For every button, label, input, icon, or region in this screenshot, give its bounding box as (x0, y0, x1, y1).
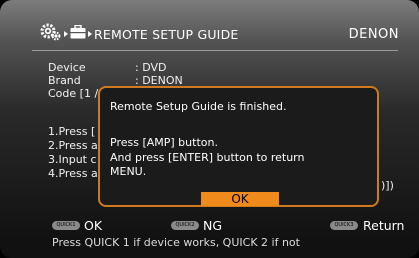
device-value: : DVD (135, 61, 167, 74)
step-1: 1.Press [ (48, 125, 96, 138)
dialog-message-3: And press [ENTER] button to return (110, 151, 305, 164)
brand-label: Brand (48, 74, 81, 87)
quick1-chip: QUICK1 (52, 221, 80, 230)
gear-icon (40, 22, 62, 46)
dialog-message-1: Remote Setup Guide is finished. (110, 100, 287, 113)
quick2-ng-label[interactable]: NG (203, 218, 222, 233)
finished-dialog: Remote Setup Guide is finished. Press [A… (98, 86, 379, 207)
quick3-return-label[interactable]: Return (363, 218, 404, 233)
step-3: 3.Input c (48, 153, 97, 166)
quick1-ok-label[interactable]: OK (84, 218, 102, 233)
ok-button[interactable]: OK (201, 192, 279, 206)
step-4-tail: )]) (381, 179, 394, 192)
step-2: 2.Press a (48, 139, 98, 152)
breadcrumb-arrow-icon (64, 31, 68, 37)
brand-logo: DENON (348, 27, 399, 42)
quick3-chip: QUICK3 (330, 221, 358, 230)
dialog-message-4: MENU. (110, 165, 147, 178)
breadcrumb-arrow-icon (88, 31, 92, 37)
step-4: 4.Press a (48, 167, 98, 180)
header-divider (32, 50, 398, 51)
footer-message: Press QUICK 1 if device works, QUICK 2 i… (52, 236, 300, 249)
device-label: Device (48, 61, 86, 74)
header-bar: REMOTE SETUP GUIDE DENON (0, 0, 419, 58)
remote-setup-screen: REMOTE SETUP GUIDE DENON Device : DVD Br… (0, 0, 419, 258)
page-title: REMOTE SETUP GUIDE (94, 27, 239, 42)
briefcase-icon (70, 24, 86, 43)
quick2-chip: QUICK2 (171, 221, 199, 230)
dialog-message-2: Press [AMP] button. (110, 136, 218, 149)
